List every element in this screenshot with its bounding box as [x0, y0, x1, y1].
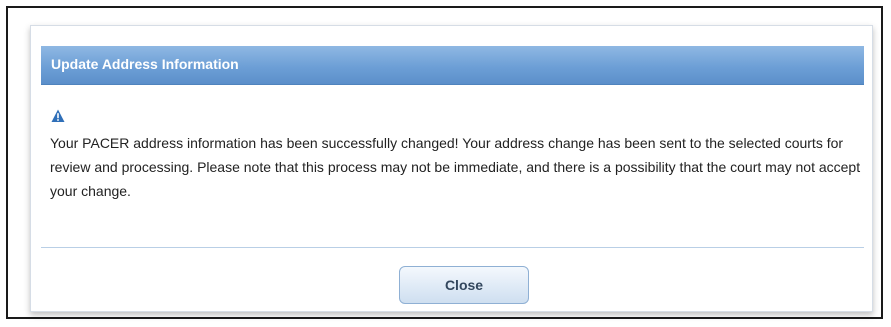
warning-icon [51, 109, 65, 122]
screenshot-frame: Update Address Information Your PACER ad… [6, 6, 883, 319]
dialog-message: Your PACER address information has been … [50, 135, 861, 199]
update-address-dialog: Update Address Information Your PACER ad… [30, 25, 873, 312]
close-button[interactable]: Close [399, 266, 529, 304]
dialog-divider [41, 247, 864, 248]
dialog-title: Update Address Information [51, 56, 239, 72]
dialog-title-bar: Update Address Information [41, 46, 864, 85]
